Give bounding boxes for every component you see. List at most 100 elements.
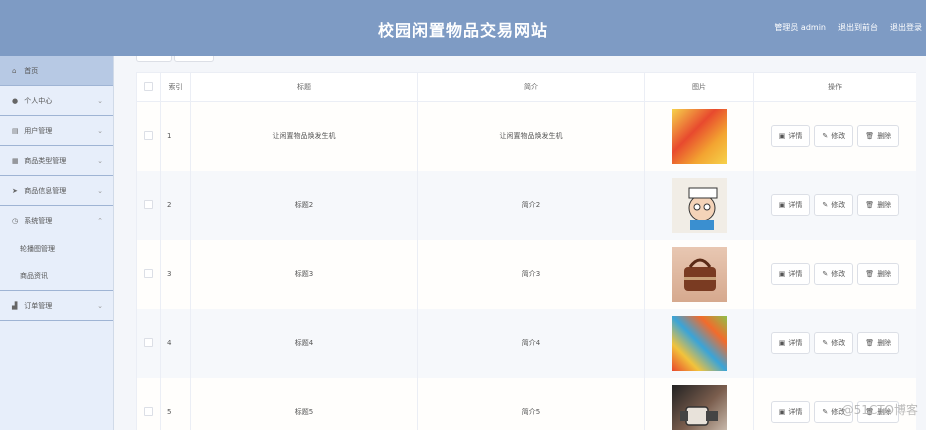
- detail-button[interactable]: ▣ 详情: [770, 401, 811, 423]
- select-all-cell: [136, 72, 161, 102]
- column-header-intro: 简介: [417, 72, 645, 102]
- column-header-title: 标题: [190, 72, 418, 102]
- row-intro: 简介4: [417, 308, 645, 378]
- row-intro: 简介2: [417, 170, 645, 240]
- document-icon: ▣: [778, 201, 786, 209]
- row-intro: 简介3: [417, 239, 645, 309]
- wristwatch-image: [671, 384, 727, 430]
- sidebar-item-label: 用户管理: [24, 127, 53, 135]
- document-icon: ▣: [778, 132, 786, 141]
- row-checkbox[interactable]: [144, 406, 153, 416]
- sidebar-item-profile[interactable]: ● 个人中心 ⌄: [0, 86, 113, 116]
- delete-button[interactable]: 🗑 删除: [857, 263, 900, 285]
- document-icon: ▣: [778, 270, 786, 278]
- document-icon: ▣: [778, 408, 786, 416]
- user-icon: ●: [12, 97, 19, 105]
- document-icon: ▤: [12, 127, 19, 135]
- trash-icon: 🗑: [865, 132, 875, 141]
- trash-icon: 🗑: [865, 270, 875, 278]
- chevron-down-icon: ⌄: [97, 187, 103, 195]
- row-checkbox[interactable]: [144, 337, 153, 347]
- table-row: 3 标题3 简介3 ▣ 详情 ✎ 修改 🗑 删除: [136, 239, 916, 309]
- delete-button[interactable]: 🗑 删除: [857, 125, 900, 148]
- row-index: 1: [160, 101, 191, 171]
- column-header-actions: 操作: [753, 72, 916, 102]
- send-icon: ➤: [12, 187, 18, 195]
- delete-button[interactable]: 🗑 删除: [857, 194, 900, 216]
- sidebar-item-label: 商品信息管理: [24, 187, 67, 195]
- table-row: 1 让闲置物品焕发生机 让闲置物品焕发生机 ▣ 详情 ✎ 修改 🗑 删除: [136, 101, 916, 171]
- detail-button[interactable]: ▣ 详情: [770, 332, 811, 354]
- row-index: 5: [160, 377, 191, 430]
- edit-button[interactable]: ✎ 修改: [814, 263, 854, 285]
- detail-button[interactable]: ▣ 详情: [770, 125, 811, 148]
- pencil-icon: ✎: [822, 132, 829, 141]
- trash-icon: 🗑: [865, 339, 875, 347]
- sidebar-item-label: 系统管理: [24, 217, 53, 225]
- pencil-icon: ✎: [822, 270, 829, 278]
- column-header-image: 图片: [644, 72, 754, 102]
- sidebar-item-home[interactable]: ⌂ 首页: [0, 56, 113, 86]
- sidebar-item-product-types[interactable]: ▦ 商品类型管理 ⌄: [0, 146, 113, 176]
- pencil-icon: ✎: [822, 201, 829, 209]
- chevron-down-icon: ⌄: [97, 127, 103, 135]
- sidebar-subitem-news[interactable]: 商品资讯: [0, 263, 113, 290]
- edit-button[interactable]: ✎ 修改: [814, 125, 854, 148]
- detail-button[interactable]: ▣ 详情: [770, 194, 811, 216]
- row-index: 2: [160, 170, 191, 240]
- sidebar-item-product-info[interactable]: ➤ 商品信息管理 ⌄: [0, 176, 113, 206]
- trash-icon: 🗑: [865, 201, 875, 209]
- leather-bag-image: [671, 246, 727, 302]
- sidebar-item-orders[interactable]: ▟ 订单管理 ⌄: [0, 291, 113, 321]
- main-content: 索引 标题 简介 图片 操作 1 让闲置物品焕发生机 让闲置物品焕发生机 ▣ 详情…: [126, 56, 926, 430]
- sidebar-item-label: 商品类型管理: [24, 157, 67, 165]
- row-intro: 简介5: [417, 377, 645, 430]
- toolbar-button[interactable]: [136, 56, 172, 62]
- pencil-icon: ✎: [822, 408, 829, 416]
- table-row: 5 标题5 简介5 ▣ 详情 ✎ 修改 🗑 删除: [136, 377, 916, 430]
- row-title: 标题4: [190, 308, 418, 378]
- sidebar: ⌂ 首页 ● 个人中心 ⌄ ▤ 用户管理 ⌄ ▦ 商品类型管理 ⌄ ➤ 商品信息…: [0, 56, 114, 430]
- data-table: 索引 标题 简介 图片 操作 1 让闲置物品焕发生机 让闲置物品焕发生机 ▣ 详情…: [136, 72, 916, 430]
- row-intro: 让闲置物品焕发生机: [417, 101, 645, 171]
- colorful-snacks-image: [671, 315, 727, 371]
- row-index: 3: [160, 239, 191, 309]
- delete-button[interactable]: 🗑 删除: [857, 332, 900, 354]
- table-header-row: 索引 标题 简介 图片 操作: [136, 72, 916, 102]
- sidebar-item-label: 个人中心: [24, 97, 53, 105]
- clock-icon: ◷: [12, 217, 19, 225]
- top-header: 校园闲置物品交易网站 管理员 admin 退出到前台 退出登录: [0, 0, 926, 56]
- row-title: 标题3: [190, 239, 418, 309]
- row-checkbox[interactable]: [144, 268, 153, 278]
- detail-button[interactable]: ▣ 详情: [770, 263, 811, 285]
- chevron-up-icon: ⌃: [97, 217, 103, 225]
- snack-bag-image: [671, 108, 727, 164]
- row-title: 标题5: [190, 377, 418, 430]
- table-row: 4 标题4 简介4 ▣ 详情 ✎ 修改 🗑 删除: [136, 308, 916, 378]
- chevron-down-icon: ⌄: [97, 97, 103, 105]
- sidebar-item-system[interactable]: ◷ 系统管理 ⌃: [0, 206, 113, 236]
- grid-icon: ▦: [12, 157, 19, 165]
- front-link[interactable]: 退出到前台: [838, 22, 878, 33]
- select-all-checkbox[interactable]: [144, 81, 153, 91]
- row-title: 让闲置物品焕发生机: [190, 101, 418, 171]
- chart-icon: ▟: [12, 302, 18, 310]
- chevron-down-icon: ⌄: [97, 302, 103, 310]
- logout-link[interactable]: 退出登录: [890, 22, 922, 33]
- sidebar-item-label: 订单管理: [24, 302, 53, 310]
- sidebar-item-label: 首页: [24, 67, 39, 75]
- toolbar-button[interactable]: [174, 56, 214, 62]
- edit-button[interactable]: ✎ 修改: [814, 194, 854, 216]
- pencil-icon: ✎: [822, 339, 829, 347]
- sidebar-subitem-carousel[interactable]: 轮播图管理: [0, 236, 113, 263]
- sidebar-item-users[interactable]: ▤ 用户管理 ⌄: [0, 116, 113, 146]
- admin-label: 管理员 admin: [774, 23, 826, 32]
- watermark: @51CTO博客: [841, 403, 918, 417]
- edit-button[interactable]: ✎ 修改: [814, 332, 854, 354]
- table-row: 2 标题2 简介2 ▣ 详情 ✎ 修改 🗑 删除: [136, 170, 916, 240]
- column-header-index: 索引: [160, 72, 191, 102]
- home-icon: ⌂: [12, 67, 17, 75]
- row-checkbox[interactable]: [144, 130, 153, 140]
- document-icon: ▣: [778, 339, 786, 347]
- row-checkbox[interactable]: [144, 199, 153, 209]
